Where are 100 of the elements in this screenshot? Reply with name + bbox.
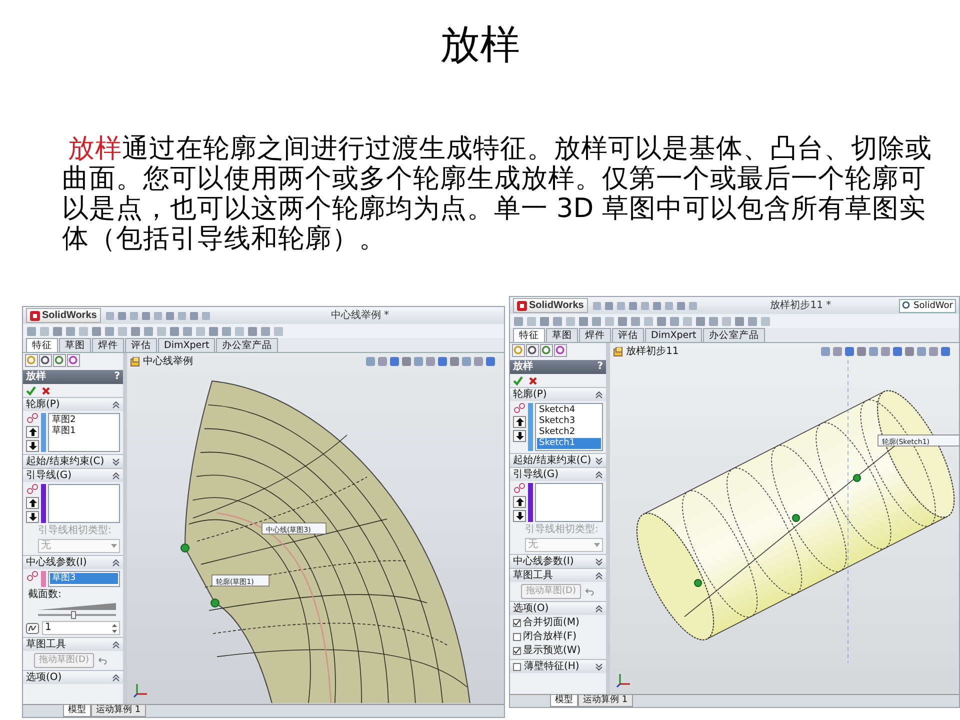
down-arrow-icon xyxy=(514,431,524,441)
app-logo[interactable]: SolidWorks xyxy=(26,308,101,323)
selection-list[interactable] xyxy=(535,483,603,522)
bottom-tab[interactable]: 运动算例 1 xyxy=(91,705,146,717)
feature-part-icon xyxy=(613,347,624,357)
checkbox[interactable] xyxy=(513,633,521,641)
bottom-tab[interactable]: 模型 xyxy=(550,695,578,707)
ribbon-tab[interactable]: 特征 xyxy=(513,328,545,342)
collapse-chevron-icon[interactable] xyxy=(112,558,120,568)
sketch-point-icon[interactable] xyxy=(694,579,702,587)
list-item[interactable]: 草图1 xyxy=(50,426,118,437)
ribbon-tab[interactable]: DimXpert xyxy=(158,338,216,352)
close-icon[interactable] xyxy=(41,386,51,396)
panel-tab-icon[interactable] xyxy=(526,344,539,357)
ribbon-tab[interactable]: 草图 xyxy=(546,328,578,342)
collapse-chevron-icon[interactable] xyxy=(112,640,120,650)
up-arrow-icon xyxy=(28,427,38,437)
ribbon-tab[interactable]: 办公室产品 xyxy=(216,338,278,352)
chain-link-icon xyxy=(513,403,526,414)
down-arrow-icon xyxy=(28,512,38,522)
collapse-chevron-icon[interactable] xyxy=(595,570,603,580)
collapse-chevron-icon[interactable] xyxy=(595,390,603,400)
list-item[interactable]: Sketch1 xyxy=(537,438,601,449)
bottom-tab[interactable]: 模型 xyxy=(63,705,91,717)
collapse-chevron-icon[interactable] xyxy=(595,470,603,480)
check-icon xyxy=(514,648,520,654)
caret-icon xyxy=(594,543,600,547)
chain-link-icon xyxy=(26,413,39,424)
selection-list[interactable] xyxy=(48,484,120,523)
selection-list[interactable]: Sketch4 Sketch3 Sketch2 Sketch1 xyxy=(535,403,603,451)
field-label: 引导线相切类型: xyxy=(37,525,112,537)
list-item[interactable]: 草图2 xyxy=(50,415,118,426)
undo-icon xyxy=(98,656,108,664)
slider-thumb[interactable] xyxy=(71,611,76,619)
slider[interactable] xyxy=(38,603,116,619)
move-down-button[interactable] xyxy=(513,510,526,522)
collapse-chevron-icon[interactable] xyxy=(595,604,603,614)
view-toolbar-drawing[interactable] xyxy=(366,356,496,367)
checkbox[interactable] xyxy=(513,662,521,670)
ribbon-tab[interactable]: 办公室产品 xyxy=(703,328,766,342)
up-arrow-icon xyxy=(28,498,38,508)
move-up-button[interactable] xyxy=(26,426,39,438)
expand-chevron-icon[interactable] xyxy=(595,556,603,566)
ribbon-tab[interactable]: 焊件 xyxy=(92,338,124,352)
panel-tab-icon[interactable] xyxy=(53,354,66,367)
ribbon-tab[interactable]: 评估 xyxy=(612,328,644,342)
list-item[interactable]: 草图3 xyxy=(50,573,118,584)
sketch-point-icon[interactable] xyxy=(853,474,861,482)
panel-tab-icon[interactable] xyxy=(67,354,80,367)
list-item[interactable]: Sketch2 xyxy=(537,427,601,438)
undo-icon xyxy=(584,588,595,596)
bottom-tab[interactable]: 运动算例 1 xyxy=(578,695,633,707)
panel-tab-icon[interactable] xyxy=(540,344,553,357)
number-field[interactable]: 1 xyxy=(42,621,120,635)
collapse-chevron-icon[interactable] xyxy=(112,400,120,410)
selection-list[interactable]: 草图3 xyxy=(48,571,120,587)
tree-item[interactable]: 放样初步11 xyxy=(626,346,679,358)
document-title: 中心线举例 * xyxy=(330,310,390,322)
ribbon-tab[interactable]: 评估 xyxy=(125,338,157,352)
move-down-button[interactable] xyxy=(26,511,39,523)
panel-tab-icon[interactable] xyxy=(39,354,52,367)
move-up-button[interactable] xyxy=(513,496,526,508)
help-button[interactable]: ? xyxy=(597,361,603,373)
up-arrow-icon xyxy=(514,417,524,427)
sketch-point-icon[interactable] xyxy=(792,514,800,522)
collapse-chevron-icon[interactable] xyxy=(112,672,120,682)
intro-paragraph: 放样通过在轮廓之间进行过渡生成特征。放样可以是基体、凸台、切除或曲面。您可以使用两个或多个轮廓生成放样。仅第一个或最后一个轮廓可以是点，也可以这两个轮廓均为点。单一 3D 草图中可以包含所有草图实体（包括引导线和轮廓）。 xyxy=(62,134,933,254)
checkbox[interactable] xyxy=(513,619,521,627)
help-button[interactable]: ? xyxy=(114,371,120,383)
check-icon[interactable] xyxy=(26,386,36,396)
check-icon[interactable] xyxy=(513,376,523,386)
app-logo[interactable]: SolidWorks xyxy=(513,298,588,313)
view-toolbar-drawing[interactable] xyxy=(821,346,951,357)
ribbon-tab[interactable]: DimXpert xyxy=(645,328,702,342)
collapse-chevron-icon[interactable] xyxy=(112,470,120,480)
list-item[interactable]: Sketch3 xyxy=(537,416,601,427)
checkbox-label: 显示预览(W) xyxy=(523,645,581,657)
move-up-button[interactable] xyxy=(26,497,39,509)
move-down-button[interactable] xyxy=(26,440,39,452)
feature-title: 放样 xyxy=(26,371,46,383)
document-title: 放样初步11 * xyxy=(769,300,832,312)
logo-icon xyxy=(30,310,40,320)
expand-chevron-icon[interactable] xyxy=(112,456,120,466)
move-down-button[interactable] xyxy=(513,430,526,442)
sketch-point-icon[interactable] xyxy=(210,598,220,608)
sketch-point-icon[interactable] xyxy=(180,544,190,552)
list-item[interactable]: Sketch4 xyxy=(537,405,601,416)
search-field[interactable]: SolidWor xyxy=(899,298,956,312)
expand-chevron-icon[interactable] xyxy=(595,662,603,672)
selection-list[interactable]: 草图2 草图1 xyxy=(48,413,120,452)
ribbon-tab[interactable]: 焊件 xyxy=(579,328,611,342)
panel-tab-icon[interactable] xyxy=(554,344,567,357)
close-icon[interactable] xyxy=(528,376,538,386)
tree-item[interactable]: 中心线举例 xyxy=(143,356,193,368)
expand-chevron-icon[interactable] xyxy=(595,456,603,466)
ribbon-tab[interactable]: 特征 xyxy=(26,338,58,352)
checkbox[interactable] xyxy=(513,647,521,655)
spin-arrows-icon xyxy=(112,624,117,632)
move-up-button[interactable] xyxy=(513,416,526,428)
ribbon-tab[interactable]: 草图 xyxy=(59,338,91,352)
